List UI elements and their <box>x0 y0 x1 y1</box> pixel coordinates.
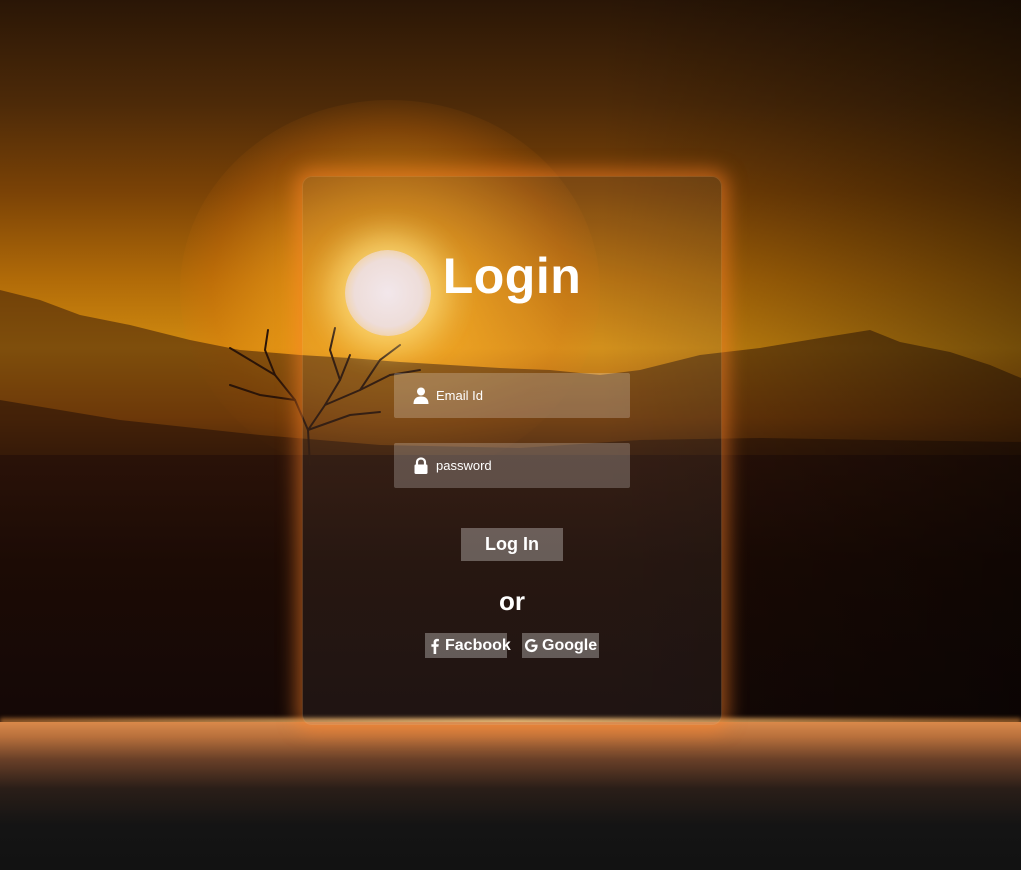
password-input[interactable] <box>434 443 626 488</box>
facebook-icon <box>431 638 439 654</box>
google-login-button[interactable]: Google <box>522 633 599 658</box>
facebook-login-button[interactable]: Facbook <box>425 633 511 658</box>
facebook-button-label: Facbook <box>445 636 511 654</box>
google-button-label: Google <box>542 636 598 654</box>
user-icon <box>413 387 429 404</box>
login-card: Login Log In or Facbook Google <box>302 176 722 725</box>
email-field[interactable] <box>394 373 630 418</box>
or-separator: or <box>499 586 525 616</box>
login-title: Login <box>442 248 582 304</box>
email-input[interactable] <box>434 373 626 418</box>
sand-dunes <box>0 722 1021 870</box>
login-button[interactable]: Log In <box>461 528 563 561</box>
password-field[interactable] <box>394 443 630 488</box>
lock-icon <box>414 457 428 474</box>
google-icon <box>524 638 538 653</box>
